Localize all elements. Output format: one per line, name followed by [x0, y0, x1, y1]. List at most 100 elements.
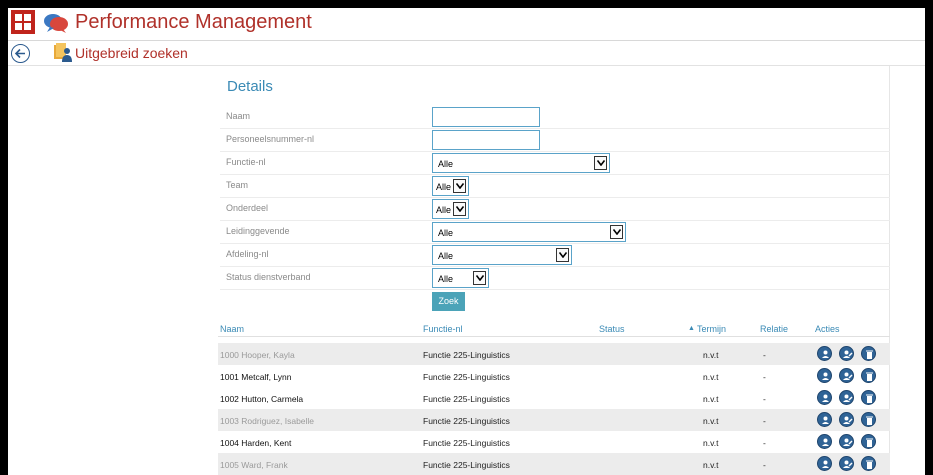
afdeling-label: Afdeling-nl	[226, 249, 269, 259]
chevron-down-icon	[473, 271, 486, 285]
app-menu-grid-icon[interactable]	[11, 10, 35, 34]
delete-icon[interactable]	[861, 412, 876, 427]
employee-functie: Functie 225-Linguistics	[423, 460, 510, 470]
table-row[interactable]: 1003 Rodriguez, Isabelle Functie 225-Lin…	[218, 409, 890, 431]
app-title: Performance Management	[75, 11, 312, 33]
employee-edit-icon[interactable]	[839, 346, 854, 361]
sub-header: Uitgebreid zoeken	[8, 41, 925, 66]
employee-termijn: n.v.t	[703, 394, 719, 404]
naam-input[interactable]	[432, 107, 540, 127]
details-heading: Details	[227, 78, 273, 95]
chevron-down-icon	[594, 156, 607, 170]
employee-name[interactable]: 1003 Rodriguez, Isabelle	[220, 416, 314, 426]
sort-ascending-icon: ▲	[688, 325, 695, 332]
employee-relatie: -	[763, 350, 766, 360]
employee-functie: Functie 225-Linguistics	[423, 372, 510, 382]
table-row[interactable]: 1001 Metcalf, Lynn Functie 225-Linguisti…	[218, 365, 890, 387]
functie-label: Functie-nl	[226, 157, 266, 167]
chevron-down-icon	[610, 225, 623, 239]
leidinggevende-label: Leidinggevende	[226, 226, 290, 236]
form-row-functie: Functie-nl Alle	[220, 152, 890, 175]
employee-edit-icon[interactable]	[839, 390, 854, 405]
app-header: Performance Management	[8, 8, 925, 41]
employee-functie: Functie 225-Linguistics	[423, 416, 510, 426]
status-dienstverband-label: Status dienstverband	[226, 272, 311, 282]
employee-profile-icon[interactable]	[817, 368, 832, 383]
zoek-button[interactable]: Zoek	[432, 292, 465, 311]
employee-name[interactable]: 1004 Harden, Kent	[220, 438, 291, 448]
table-row[interactable]: 1004 Harden, Kent Functie 225-Linguistic…	[218, 431, 890, 453]
column-header-termijn[interactable]: Termijn	[697, 324, 726, 334]
employee-termijn: n.v.t	[703, 416, 719, 426]
delete-icon[interactable]	[861, 368, 876, 383]
delete-icon[interactable]	[861, 390, 876, 405]
personeelsnummer-label: Personeelsnummer-nl	[226, 134, 315, 144]
onderdeel-select[interactable]: Alle	[432, 199, 469, 219]
employee-profile-icon[interactable]	[817, 456, 832, 471]
employee-functie: Functie 225-Linguistics	[423, 350, 510, 360]
employee-relatie: -	[763, 460, 766, 470]
employee-edit-icon[interactable]	[839, 456, 854, 471]
employee-relatie: -	[763, 438, 766, 448]
delete-icon[interactable]	[861, 456, 876, 471]
form-row-onderdeel: Onderdeel Alle	[220, 198, 890, 221]
form-row-team: Team Alle	[220, 175, 890, 198]
window-frame-top	[0, 0, 933, 8]
employee-profile-icon[interactable]	[817, 412, 832, 427]
employee-edit-icon[interactable]	[839, 434, 854, 449]
person-search-icon	[54, 43, 72, 62]
leidinggevende-select[interactable]: Alle	[432, 222, 626, 242]
employee-relatie: -	[763, 372, 766, 382]
column-header-status[interactable]: Status	[599, 324, 625, 334]
team-select[interactable]: Alle	[432, 176, 469, 196]
delete-icon[interactable]	[861, 346, 876, 361]
delete-icon[interactable]	[861, 434, 876, 449]
employee-relatie: -	[763, 416, 766, 426]
team-select-value: Alle	[436, 182, 452, 192]
results-table-header: Naam Functie-nl Status ▲ Termijn Relatie…	[218, 322, 890, 337]
employee-termijn: n.v.t	[703, 350, 719, 360]
column-header-relatie[interactable]: Relatie	[760, 324, 788, 334]
back-arrow-icon[interactable]	[11, 44, 30, 63]
column-header-functie[interactable]: Functie-nl	[423, 324, 463, 334]
employee-functie: Functie 225-Linguistics	[423, 394, 510, 404]
employee-name[interactable]: 1001 Metcalf, Lynn	[220, 372, 292, 382]
page-title: Uitgebreid zoeken	[75, 45, 188, 61]
form-row-status-dienstverband: Status dienstverband Alle	[220, 267, 890, 290]
employee-edit-icon[interactable]	[839, 368, 854, 383]
employee-profile-icon[interactable]	[817, 390, 832, 405]
onderdeel-label: Onderdeel	[226, 203, 269, 213]
employee-termijn: n.v.t	[703, 438, 719, 448]
column-header-acties: Acties	[815, 324, 840, 334]
employee-termijn: n.v.t	[703, 372, 719, 382]
table-row[interactable]: 1000 Hooper, Kayla Functie 225-Linguisti…	[218, 343, 890, 365]
chat-bubbles-logo-icon	[44, 14, 68, 33]
window-frame-right	[925, 0, 933, 475]
functie-select[interactable]: Alle	[432, 153, 610, 173]
employee-profile-icon[interactable]	[817, 434, 832, 449]
form-row-search: Zoek	[220, 290, 890, 313]
employee-relatie: -	[763, 394, 766, 404]
afdeling-select-value: Alle	[438, 251, 454, 261]
status-dienstverband-select-value: Alle	[438, 274, 454, 284]
table-row[interactable]: 1002 Hutton, Carmela Functie 225-Linguis…	[218, 387, 890, 409]
onderdeel-select-value: Alle	[436, 205, 452, 215]
naam-label: Naam	[226, 111, 251, 121]
main-content: Details Naam Personeelsnummer-nl Functie…	[218, 66, 890, 475]
column-header-naam[interactable]: Naam	[220, 324, 244, 334]
leidinggevende-select-value: Alle	[438, 228, 454, 238]
personeelsnummer-input[interactable]	[432, 130, 540, 150]
employee-functie: Functie 225-Linguistics	[423, 438, 510, 448]
employee-name[interactable]: 1000 Hooper, Kayla	[220, 350, 295, 360]
employee-edit-icon[interactable]	[839, 412, 854, 427]
employee-name[interactable]: 1005 Ward, Frank	[220, 460, 288, 470]
window-frame-left	[0, 0, 8, 475]
status-dienstverband-select[interactable]: Alle	[432, 268, 489, 288]
form-row-afdeling: Afdeling-nl Alle	[220, 244, 890, 267]
afdeling-select[interactable]: Alle	[432, 245, 572, 265]
table-row[interactable]: 1005 Ward, Frank Functie 225-Linguistics…	[218, 453, 890, 475]
employee-profile-icon[interactable]	[817, 346, 832, 361]
chevron-down-icon	[556, 248, 569, 262]
employee-name[interactable]: 1002 Hutton, Carmela	[220, 394, 303, 404]
functie-select-value: Alle	[438, 159, 454, 169]
